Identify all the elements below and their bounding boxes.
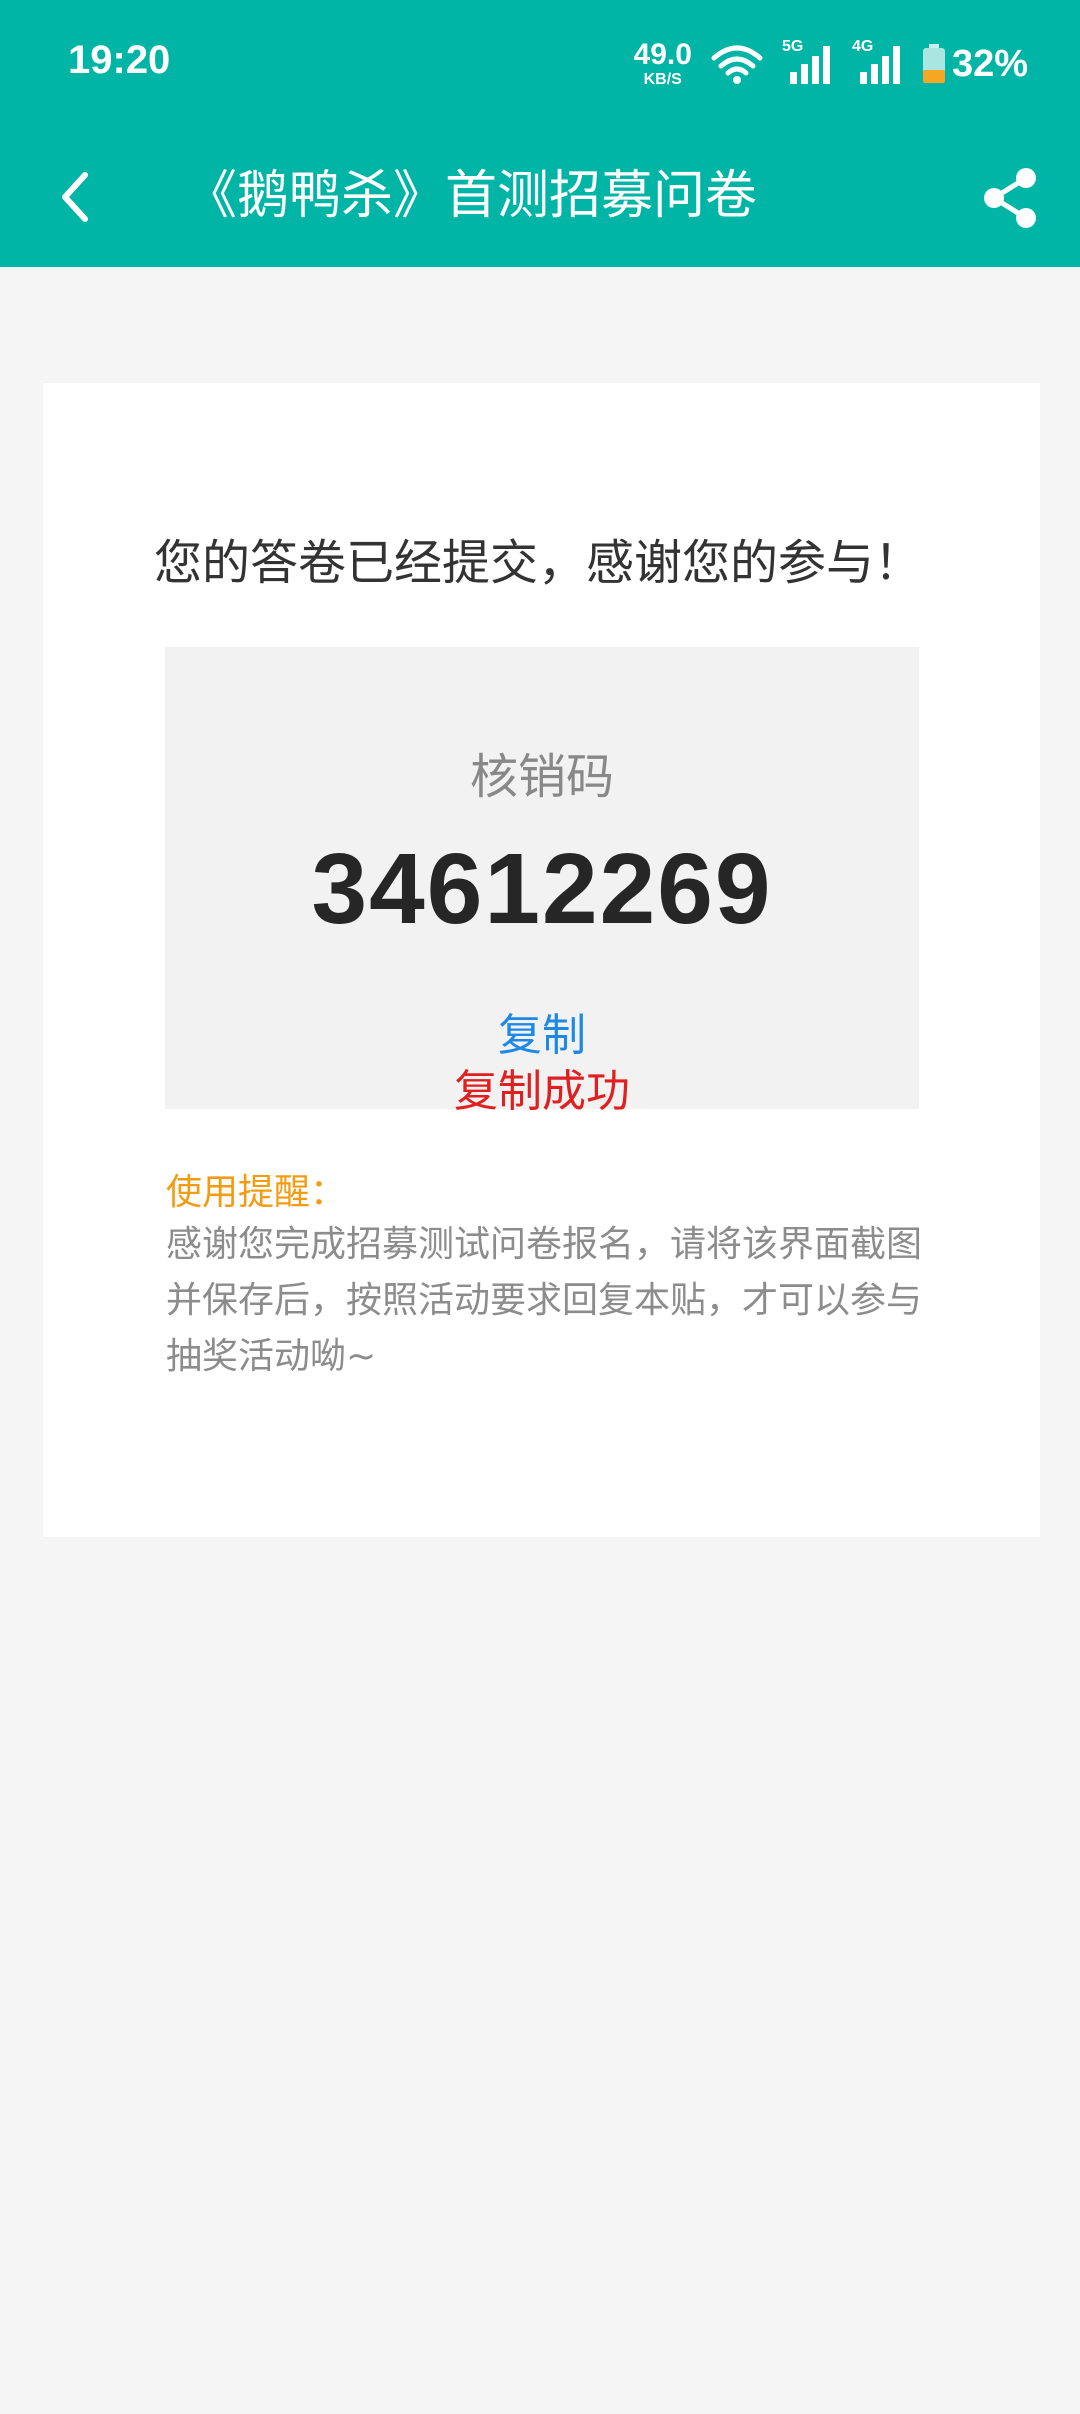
reminder-title: 使用提醒：: [166, 1172, 347, 1213]
network-speed: 49.0 KB/S: [634, 40, 692, 88]
page-title: 《鹅鸭杀》首测招募问卷: [185, 166, 758, 226]
verification-code-label: 核销码: [469, 749, 614, 805]
copy-button[interactable]: 复制: [165, 999, 919, 1063]
network-speed-value: 49.0: [633, 38, 692, 71]
share-icon: [984, 168, 1036, 228]
reminder-text: 感谢您完成招募测试问卷报名，请将该界面截图并保存后，按照活动要求回复本贴，才可以…: [166, 1224, 923, 1377]
verification-code-box: 核销码 34612269 复制 复制成功: [165, 647, 919, 1117]
result-card: 您的答卷已经提交，感谢您的参与！ 核销码 34612269 复制 复制成功 使用…: [43, 383, 1040, 1537]
back-button[interactable]: [40, 162, 110, 232]
signal-4g-icon: 4G: [852, 38, 904, 86]
verification-code-value: 34612269: [311, 833, 773, 945]
wifi-icon: [711, 45, 763, 84]
battery-percent: 32%: [951, 42, 1028, 85]
battery-icon: [922, 44, 945, 83]
submit-message: 您的答卷已经提交，感谢您的参与！: [154, 535, 923, 591]
status-bar: 19:20 49.0 KB/S 5G 4G 32%: [0, 0, 1080, 128]
network-speed-unit: KB/S: [643, 71, 682, 88]
share-button[interactable]: [970, 158, 1050, 238]
status-time: 19:20: [68, 38, 171, 82]
status-icons: 49.0 KB/S 5G 4G 32%: [634, 36, 1028, 92]
chevron-left-icon: [62, 172, 88, 222]
copy-success-text: 复制成功: [454, 1066, 630, 1117]
title-bar: 《鹅鸭杀》首测招募问卷: [0, 128, 1080, 267]
battery: 32%: [922, 43, 1028, 86]
signal-5g-icon: 5G: [782, 38, 834, 86]
